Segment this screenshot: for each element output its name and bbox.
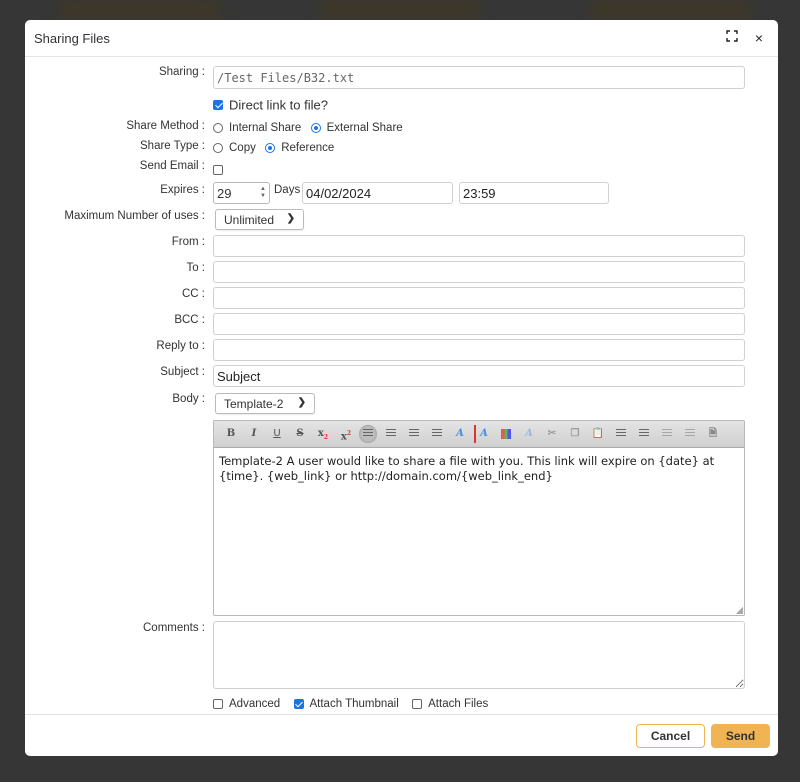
stepper-arrows-icon[interactable]: ▲ ▼ <box>260 186 266 200</box>
options-row: Advanced Attach Thumbnail Attach Files <box>213 696 778 710</box>
internal-share-label: Internal Share <box>229 121 302 134</box>
subject-label: Subject : <box>160 366 205 378</box>
strikethrough-icon[interactable]: S <box>291 425 309 443</box>
attach-thumbnail-label: Attach Thumbnail <box>309 697 399 710</box>
advanced-label: Advanced <box>229 697 281 710</box>
cancel-button[interactable]: Cancel <box>636 724 705 748</box>
copy-radio[interactable] <box>213 142 223 153</box>
send-email-label: Send Email : <box>139 160 205 172</box>
expires-days-stepper[interactable]: 29 ▲ ▼ <box>213 182 270 204</box>
reference-radio[interactable] <box>265 142 276 153</box>
copy-icon[interactable]: ❐ <box>566 425 584 443</box>
outdent-icon[interactable] <box>658 425 676 443</box>
expires-label: Expires : <box>160 184 205 196</box>
send-email-checkbox[interactable] <box>213 164 223 175</box>
attach-files-label: Attach Files <box>428 697 489 710</box>
reply-to-label: Reply to : <box>156 340 205 352</box>
days-label: Days <box>274 184 301 196</box>
direct-link-label: Direct link to file? <box>229 97 328 113</box>
cc-label: CC : <box>182 288 205 300</box>
cc-input[interactable] <box>213 287 745 309</box>
expires-days-value: 29 <box>217 186 232 201</box>
bold-icon[interactable]: B <box>222 425 240 443</box>
resize-handle-icon[interactable] <box>736 607 743 614</box>
from-label: From : <box>171 236 205 248</box>
reference-label: Reference <box>281 141 335 154</box>
paste-icon[interactable]: 📋 <box>589 425 607 443</box>
external-share-label: External Share <box>326 121 403 134</box>
direct-link-row: Direct link to file? <box>213 97 778 112</box>
send-button[interactable]: Send <box>711 724 770 748</box>
chevron-down-icon: ❯ <box>286 213 295 224</box>
sharing-path-input[interactable] <box>213 66 745 89</box>
advanced-checkbox[interactable] <box>213 698 223 709</box>
indent-icon[interactable] <box>681 425 699 443</box>
body-label: Body : <box>172 393 205 405</box>
dialog-footer: Cancel Send <box>25 714 778 756</box>
reply-to-input[interactable] <box>213 339 745 361</box>
superscript-icon[interactable]: x2 <box>337 425 355 443</box>
subscript-icon[interactable]: x2 <box>314 425 332 443</box>
expires-date-input[interactable] <box>302 182 453 204</box>
bullet-list-icon[interactable] <box>612 425 630 443</box>
font-color-icon[interactable]: A <box>451 425 469 443</box>
color-palette-icon[interactable] <box>497 425 515 443</box>
attach-thumbnail-checkbox[interactable] <box>293 698 304 709</box>
cut-icon[interactable]: ✂ <box>543 425 561 443</box>
subject-input[interactable] <box>213 365 745 387</box>
direct-link-checkbox[interactable] <box>213 99 223 110</box>
background-blob <box>320 0 480 18</box>
source-document-icon[interactable]: 🗎 <box>704 425 722 443</box>
editor-body[interactable]: Template-2 A user would like to share a … <box>214 448 744 490</box>
maximize-icon[interactable] <box>724 29 740 47</box>
chevron-down-icon: ❯ <box>297 397 306 408</box>
sharing-files-dialog: Sharing Files × Sharing : Direct link to… <box>25 20 778 756</box>
align-right-icon[interactable] <box>405 425 423 443</box>
remove-format-icon[interactable]: A <box>520 425 538 443</box>
attach-files-checkbox[interactable] <box>412 698 423 709</box>
expires-time-input[interactable] <box>459 182 609 204</box>
to-label: To : <box>186 262 205 274</box>
comments-textarea[interactable] <box>213 621 745 689</box>
justify-icon[interactable] <box>428 425 446 443</box>
max-uses-select[interactable]: Unlimited ❯ <box>215 209 304 230</box>
max-uses-label: Maximum Number of uses : <box>64 210 205 222</box>
max-uses-value: Unlimited <box>224 213 275 227</box>
background-blob <box>590 0 750 18</box>
sharing-label: Sharing : <box>158 66 205 78</box>
share-type-label: Share Type : <box>140 140 205 152</box>
rich-text-editor: B I U S x2 x2 A A A ✂ ❐ 📋 🗎 Template-2 A… <box>213 420 745 616</box>
body-template-select[interactable]: Template-2 ❯ <box>215 393 315 414</box>
comments-label: Comments : <box>143 622 205 634</box>
external-share-radio[interactable] <box>310 122 321 133</box>
bcc-input[interactable] <box>213 313 745 335</box>
editor-toolbar: B I U S x2 x2 A A A ✂ ❐ 📋 🗎 <box>214 421 744 448</box>
background-color-icon[interactable]: A <box>474 425 492 443</box>
body-template-value: Template-2 <box>224 397 284 411</box>
internal-share-radio[interactable] <box>213 122 223 133</box>
dialog-title: Sharing Files <box>34 31 110 46</box>
share-method-label: Share Method : <box>126 120 205 132</box>
to-input[interactable] <box>213 261 745 283</box>
numbered-list-icon[interactable] <box>635 425 653 443</box>
copy-label: Copy <box>229 141 256 154</box>
dialog-header: Sharing Files × <box>25 20 778 57</box>
underline-icon[interactable]: U <box>268 425 286 443</box>
align-left-icon[interactable] <box>359 425 377 443</box>
align-center-icon[interactable] <box>382 425 400 443</box>
from-input[interactable] <box>213 235 745 257</box>
bcc-label: BCC : <box>174 314 205 326</box>
background-blob <box>60 0 220 18</box>
italic-icon[interactable]: I <box>245 425 263 443</box>
close-icon[interactable]: × <box>751 29 767 47</box>
